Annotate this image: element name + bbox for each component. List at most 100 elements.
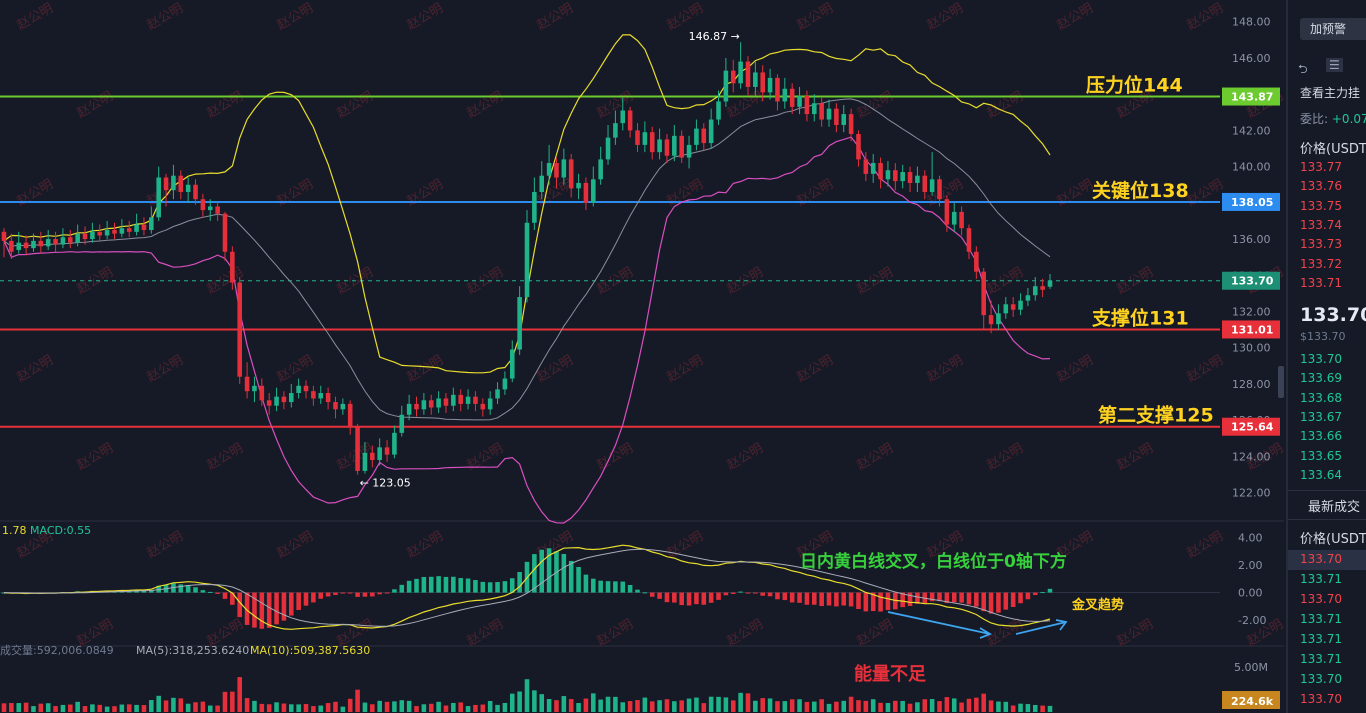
candle-body [347,403,353,428]
macd-histogram-bar [966,592,972,605]
view-main-orders[interactable]: 查看主力挂 [1300,84,1360,101]
ask-price[interactable]: 133.72 [1300,257,1342,271]
volume-bar [863,700,869,712]
candle-body [834,108,839,125]
price-tick-label: 128.00 [1232,378,1271,391]
back-icon[interactable]: ⮌ [1298,60,1308,81]
candle-body [524,222,530,298]
candle-body [156,177,161,218]
volume-bar [686,698,692,712]
macd-histogram-bar [436,576,441,593]
macd-histogram-bar [568,560,574,593]
volume-bar [730,700,736,712]
trades-price-header: 价格(USDT [1300,532,1366,547]
macd-histogram-bar [1047,588,1053,593]
macd-histogram-bar [200,590,206,593]
candle-body [635,130,640,145]
trade-price[interactable]: 133.71 [1300,572,1342,586]
volume-bar [340,706,346,712]
macd-histogram-bar [377,592,382,595]
macd-histogram-bar [1003,592,1009,610]
trade-price[interactable]: 133.71 [1300,652,1342,666]
ask-price[interactable]: 133.71 [1300,276,1342,290]
order-panel: 加预警 ⮌ ☰ 查看主力挂 委比: +0.07 价格(USDT 133.77 13… [1286,0,1366,713]
ask-price[interactable]: 133.77 [1300,160,1342,174]
candle-body [318,393,324,399]
volume-bar [75,701,80,712]
volume-bar [789,699,795,712]
macd-histogram-bar [207,591,213,593]
candle-body [841,114,847,125]
bid-price[interactable]: 133.64 [1300,468,1342,482]
candle-body [38,240,44,247]
volume-bar [775,701,780,712]
candle-body [657,139,662,153]
macd-histogram-bar [686,592,692,606]
candle-body [288,393,294,403]
volume-bar [171,697,176,712]
candle-body [789,88,795,107]
macd-tick-label: 2.00 [1238,559,1263,572]
candle-body [487,398,493,410]
trade-price[interactable]: 133.70 [1300,552,1342,566]
candle-body [804,95,810,115]
volume-bar [1003,701,1009,712]
trade-price[interactable]: 133.70 [1300,692,1342,706]
volume-bar [126,704,132,712]
volume-bar [406,700,412,712]
volume-bar [974,697,979,712]
price-chart[interactable]: 赵公明 赵公明 赵公明 赵公明 赵公明 赵公明 赵公明 赵公明 赵公明 赵公明赵公明 赵公明 赵公明赵… [0,0,1284,713]
volume-bar [1032,704,1038,712]
candle-body [929,179,935,192]
macd-histogram-bar [804,592,810,605]
trade-price[interactable]: 133.71 [1300,612,1342,626]
ask-price[interactable]: 133.76 [1300,179,1342,193]
add-alert-button[interactable]: 加预警 [1300,18,1366,40]
candle-body [244,376,250,392]
macd-histogram-bar [834,592,839,607]
candle-body [885,170,891,180]
candle-body [458,394,463,404]
volume-bar [215,705,220,712]
macd-histogram-bar [863,592,869,612]
bid-price[interactable]: 133.65 [1300,449,1342,463]
candle-body [988,315,994,325]
price-tick-label: 148.00 [1232,16,1271,29]
trade-price[interactable]: 133.70 [1300,592,1342,606]
volume-bar [502,702,508,712]
ask-price[interactable]: 133.74 [1300,218,1342,232]
ask-price[interactable]: 133.75 [1300,199,1342,213]
bid-price[interactable]: 133.67 [1300,410,1342,424]
macd-histogram-bar [583,574,589,593]
candle-body [539,175,545,192]
macd-histogram-bar [355,592,360,597]
macd-value-label: MACD:0.55 [30,524,91,537]
bid-price[interactable]: 133.70 [1300,352,1342,366]
volume-bar [399,700,405,712]
volume-bar [981,693,986,712]
trade-price[interactable]: 133.71 [1300,632,1342,646]
candle-body [185,184,191,192]
macd-histogram-bar [716,592,721,600]
volume-bar [82,706,88,712]
orderbook-layout-icon[interactable]: ☰ [1326,58,1343,72]
volume-bar [554,700,559,712]
candle-body [207,206,213,211]
ask-price[interactable]: 133.73 [1300,237,1342,251]
latest-trades-title[interactable]: 最新成交 [1308,496,1360,515]
candle-body [23,242,29,249]
bid-price[interactable]: 133.68 [1300,391,1342,405]
candle-body [694,128,699,145]
macd-histogram-bar [767,592,773,597]
bid-price[interactable]: 133.69 [1300,371,1342,385]
candle-body [1032,286,1038,296]
macd-histogram-bar [730,592,736,594]
candle-body [421,400,427,410]
macd-histogram-bar [274,592,279,625]
volume-bar [937,701,942,712]
macd-tick-label: 0.00 [1238,587,1263,600]
candle-body [230,251,235,283]
volume-bar [53,706,58,712]
bid-price[interactable]: 133.66 [1300,429,1342,443]
trade-price[interactable]: 133.70 [1300,672,1342,686]
